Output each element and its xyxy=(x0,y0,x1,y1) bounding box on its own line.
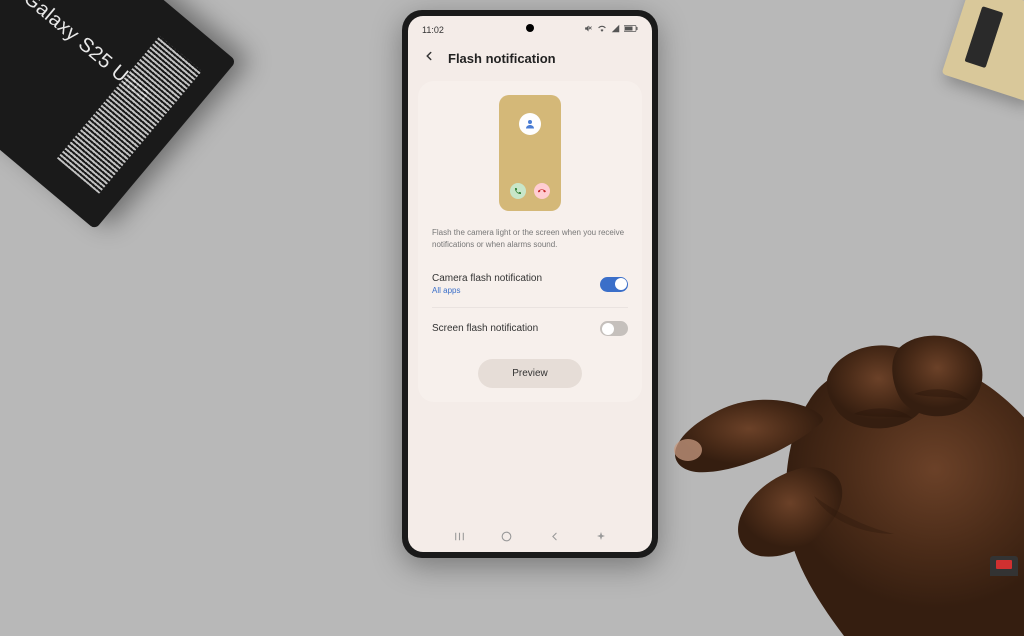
illustration-call-buttons xyxy=(510,183,550,199)
home-icon[interactable] xyxy=(500,530,513,546)
product-box: Galaxy S25 Ultra xyxy=(0,0,236,230)
description-text: Flash the camera light or the screen whe… xyxy=(432,227,628,250)
page-title: Flash notification xyxy=(448,51,556,66)
screen-flash-toggle[interactable] xyxy=(600,321,628,336)
assistant-icon[interactable] xyxy=(595,531,607,546)
status-icons xyxy=(584,24,638,35)
settings-card: Flash the camera light or the screen whe… xyxy=(418,81,642,402)
decline-call-icon xyxy=(534,183,550,199)
front-camera-icon xyxy=(526,24,534,32)
toggle-knob-icon xyxy=(602,323,614,335)
signal-icon xyxy=(611,24,620,35)
illustration-phone xyxy=(499,95,561,211)
camera-flash-label-group: Camera flash notification All apps xyxy=(432,273,542,295)
battery-icon xyxy=(624,24,638,35)
camera-flash-label: Camera flash notification xyxy=(432,273,542,284)
volume-off-icon xyxy=(584,24,593,35)
toggle-knob-icon xyxy=(615,278,627,290)
hand-pointing xyxy=(654,236,1024,636)
wifi-icon xyxy=(597,24,607,35)
phone-device: 11:02 Flash notification xyxy=(402,10,658,558)
avatar-icon xyxy=(519,113,541,135)
camera-flash-toggle[interactable] xyxy=(600,277,628,292)
camera-flash-sublabel[interactable]: All apps xyxy=(432,286,542,295)
status-time: 11:02 xyxy=(422,25,444,35)
desk-object xyxy=(942,0,1024,102)
preview-button[interactable]: Preview xyxy=(478,359,582,388)
page-header: Flash notification xyxy=(408,39,652,81)
accept-call-icon xyxy=(510,183,526,199)
back-icon[interactable] xyxy=(422,49,436,67)
watermark-logo xyxy=(990,556,1018,576)
back-nav-icon[interactable] xyxy=(548,530,561,546)
camera-flash-setting-row[interactable]: Camera flash notification All apps xyxy=(432,264,628,308)
navigation-bar xyxy=(408,530,652,546)
screen-flash-setting-row[interactable]: Screen flash notification xyxy=(432,312,628,345)
barcode-icon xyxy=(57,36,202,194)
phone-screen: 11:02 Flash notification xyxy=(408,16,652,552)
recents-icon[interactable] xyxy=(453,530,466,546)
screen-flash-label: Screen flash notification xyxy=(432,323,538,334)
